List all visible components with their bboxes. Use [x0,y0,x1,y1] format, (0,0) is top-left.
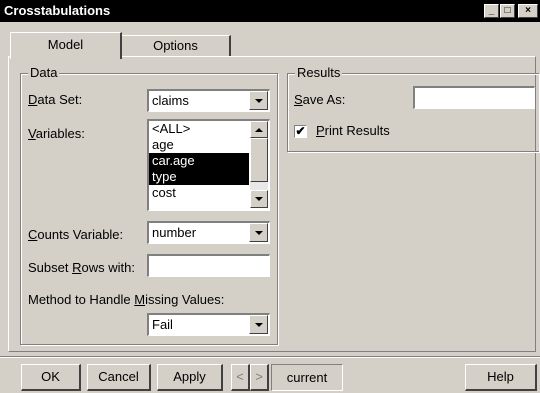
print-results-label[interactable]: Print Results [316,123,390,139]
subset-rows-label: Subset Rows with: [28,260,135,275]
save-as-input[interactable] [413,86,535,109]
close-button[interactable]: × [518,4,538,18]
data-set-label: Data Set: [28,92,83,107]
ok-button-label: OK [41,369,60,384]
scroll-down-button[interactable] [250,190,268,208]
variables-label: Variables: [28,126,85,141]
print-results-checkbox[interactable]: ✔ [294,125,307,138]
counts-variable-value: number [152,225,197,240]
scrollbar-thumb[interactable] [250,138,268,182]
maximize-button[interactable]: □ [500,4,515,18]
list-item[interactable]: type [149,169,249,185]
previous-button[interactable]: < [231,364,250,391]
next-button[interactable]: > [250,364,269,391]
divider [0,357,540,358]
current-label: current [286,370,328,385]
variables-list: <ALL> age car.age type cost [149,121,249,201]
cancel-button[interactable]: Cancel [87,364,151,391]
apply-button[interactable]: Apply [157,364,223,391]
minimize-button[interactable]: _ [484,4,499,18]
chevron-down-icon [254,322,263,327]
results-group-legend: Results [295,65,343,80]
check-icon: ✔ [295,124,306,138]
minimize-icon: _ [488,5,495,16]
help-button[interactable]: Help [465,364,537,391]
subset-rows-input[interactable] [147,254,270,277]
list-item[interactable]: age [149,137,249,153]
apply-button-label: Apply [173,369,206,384]
help-button-label: Help [487,369,514,384]
tab-options[interactable]: Options [121,35,231,56]
missing-values-dropdown-button[interactable] [249,315,268,334]
title-bar: Crosstabulations [0,0,540,22]
next-icon: > [255,369,263,384]
missing-values-label: Method to Handle Missing Values: [28,292,225,307]
current-indicator: current [271,364,343,391]
tab-options-label: Options [153,38,198,53]
close-icon: × [525,5,531,16]
data-set-dropdown-button[interactable] [249,91,268,110]
counts-variable-label: Counts Variable: [28,227,124,242]
previous-icon: < [236,369,244,384]
arrow-up-icon [255,127,263,132]
tab-model[interactable]: Model [10,32,122,59]
data-set-value: claims [152,93,189,108]
chevron-down-icon [254,98,263,103]
cancel-button-label: Cancel [98,369,139,384]
data-group-legend: Data [28,65,60,80]
tab-model-label: Model [47,37,84,52]
save-as-label: Save As: [294,92,346,107]
window-title: Crosstabulations [4,3,111,18]
arrow-down-icon [255,197,263,201]
list-item[interactable]: cost [149,185,249,201]
missing-values-value: Fail [152,317,173,332]
maximize-icon: □ [504,5,511,16]
scroll-up-button[interactable] [250,121,268,138]
ok-button[interactable]: OK [21,364,81,391]
results-group [287,73,539,152]
chevron-down-icon [254,230,263,235]
counts-variable-dropdown-button[interactable] [249,223,268,242]
list-item[interactable]: car.age [149,153,249,169]
list-item[interactable]: <ALL> [149,121,249,137]
